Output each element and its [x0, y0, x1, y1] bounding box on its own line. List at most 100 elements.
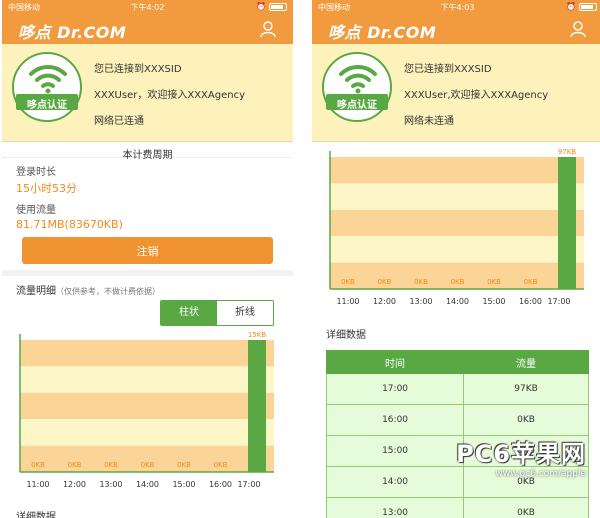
data-label: 0KB: [378, 278, 392, 286]
flow-detail-title: 流量明细（仅供参考，不做计费依据）: [16, 282, 279, 297]
alarm-icon: ⏰: [566, 2, 576, 11]
wifi-icon: [29, 64, 67, 94]
traffic-bar-chart: 0KB 11:00 0KB 12:00 0KB 13:00 0KB 14:00 0KB 15:00…: [19, 331, 274, 489]
x-tick-label: 14:00: [136, 480, 159, 489]
network-status: 网络已连通: [94, 116, 144, 127]
grid-band: [20, 366, 274, 393]
time-cell: 13:00: [325, 497, 465, 518]
user-profile-icon[interactable]: [259, 20, 277, 38]
drcom-logo: 哆点 Dr.COM: [328, 23, 437, 42]
x-tick-label: 14:00: [446, 297, 469, 306]
bar: [558, 157, 576, 289]
time-cell: 17:00: [325, 373, 465, 405]
user-profile-icon[interactable]: [569, 20, 587, 38]
traffic-cell: 0KB: [463, 497, 589, 518]
grid-band: [330, 183, 584, 210]
time-cell: 14:00: [325, 466, 465, 498]
login-time-label: 登录时长: [16, 167, 56, 178]
data-label: 0KB: [487, 278, 501, 286]
data-label: 97KB: [558, 148, 576, 156]
data-label: 0KB: [451, 278, 465, 286]
traffic-cell: 0KB: [463, 404, 589, 436]
data-label: 0KB: [141, 461, 155, 469]
battery-icon: [269, 2, 287, 11]
clock: 下午4:02: [130, 3, 165, 12]
status-bar: 中国移动 下午4:03 ⏰: [312, 0, 600, 14]
connected-ssid: 您已连接到XXXSID: [404, 64, 492, 75]
data-label: 0KB: [414, 278, 428, 286]
x-tick-label: 13:00: [99, 480, 122, 489]
x-tick-label: 11:00: [336, 297, 359, 306]
battery-icon: [579, 2, 597, 11]
connected-ssid: 您已连接到XXXSID: [94, 64, 182, 75]
data-label: 0KB: [177, 461, 191, 469]
alarm-icon: ⏰: [256, 2, 266, 11]
grid-band: [20, 392, 274, 420]
bar-chart-tab[interactable]: 柱状: [161, 301, 217, 325]
x-tick-label: 12:00: [373, 297, 396, 306]
line-chart-tab[interactable]: 折线: [217, 301, 273, 325]
usage-value: 81.71MB(83670KB): [16, 218, 123, 231]
table-header-row: 时间 流量: [325, 350, 589, 374]
table-row: 13:00 0KB: [325, 497, 589, 518]
wifi-icon: [339, 64, 377, 94]
grid-band: [20, 340, 274, 367]
table-row: 16:00 0KB: [325, 404, 589, 436]
auth-badge: 哆点认证: [12, 52, 82, 122]
x-tick-label: 16:00: [209, 480, 232, 489]
table-row: 17:00 97KB: [325, 373, 589, 405]
detail-data-title: 详细数据: [16, 512, 56, 518]
watermark: PC6苹果网 www.pc6.com/apple: [456, 434, 586, 479]
clock: 下午4:03: [440, 3, 475, 12]
traffic-column-header: 流量: [463, 350, 589, 374]
data-label: 15KB: [248, 331, 266, 339]
x-tick-label: 15:00: [482, 297, 505, 306]
app-header: 哆点 Dr.COM: [312, 14, 600, 44]
phone-screen-left: 中国移动 下午4:02 ⏰ 哆点 Dr.COM 哆点认证 您已连接到XXXSID…: [2, 0, 293, 518]
data-label: 0KB: [104, 461, 118, 469]
traffic-cell: 97KB: [463, 373, 589, 405]
watermark-url: www.pc6.com/apple: [495, 469, 586, 479]
status-indicators: ⏰: [256, 2, 287, 11]
data-label: 0KB: [31, 461, 45, 469]
bar: [248, 340, 266, 472]
status-indicators: ⏰: [566, 2, 597, 11]
section-divider: [2, 270, 293, 276]
x-tick-label: 12:00: [63, 480, 86, 489]
welcome-text: XXXUser，欢迎接入XXXAgency: [94, 90, 245, 101]
x-tick-label: 16:00: [519, 297, 542, 306]
data-label: 0KB: [68, 461, 82, 469]
time-column-header: 时间: [325, 350, 465, 374]
grid-band: [20, 419, 274, 446]
login-time-value: 15小时53分: [16, 182, 77, 195]
network-status: 网络未连通: [404, 116, 454, 127]
status-bar: 中国移动 下午4:02 ⏰: [2, 0, 293, 14]
data-label: 0KB: [214, 461, 228, 469]
flow-title-text: 流量明细: [16, 286, 56, 297]
x-tick-label: 17:00: [237, 480, 260, 489]
x-tick-label: 11:00: [26, 480, 49, 489]
grid-band: [330, 236, 584, 263]
x-tick-label: 17:00: [547, 297, 570, 306]
watermark-brand: PC6苹果网: [456, 440, 586, 468]
usage-label: 使用流量: [16, 205, 56, 216]
x-tick-label: 13:00: [409, 297, 432, 306]
detail-data-title: 详细数据: [326, 330, 366, 341]
grid-band: [330, 157, 584, 184]
grid-band: [330, 209, 584, 237]
flow-note: （仅供参考，不做计费依据）: [56, 287, 160, 296]
time-cell: 15:00: [325, 435, 465, 467]
logout-button[interactable]: 注销: [22, 237, 273, 264]
auth-badge: 哆点认证: [322, 52, 392, 122]
chart-type-toggle: 柱状 折线: [160, 300, 274, 326]
drcom-logo: 哆点 Dr.COM: [18, 23, 127, 42]
connection-card: 哆点认证 您已连接到XXXSID XXXUser,欢迎接入XXXAgency 网…: [312, 44, 600, 142]
badge-label: 哆点认证: [337, 100, 377, 111]
app-header: 哆点 Dr.COM: [2, 14, 293, 44]
time-cell: 16:00: [325, 404, 465, 436]
x-tick-label: 15:00: [172, 480, 195, 489]
billing-period-title: 本计费周期: [2, 142, 293, 161]
data-label: 0KB: [524, 278, 538, 286]
welcome-text: XXXUser,欢迎接入XXXAgency: [404, 90, 549, 101]
connection-card: 哆点认证 您已连接到XXXSID XXXUser，欢迎接入XXXAgency 网…: [2, 44, 293, 142]
